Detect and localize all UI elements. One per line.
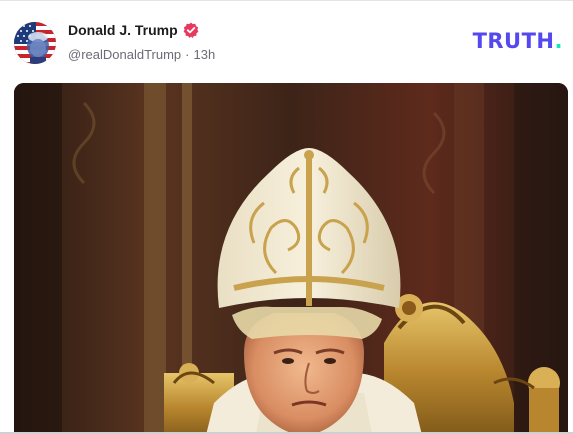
truth-social-logo[interactable]: TRUTH. [473, 29, 563, 53]
truth-logo-text: TRUTH [472, 29, 555, 53]
verified-badge-icon [183, 22, 199, 38]
author-avatar[interactable] [14, 22, 56, 64]
post-timestamp[interactable]: 13h [194, 47, 216, 62]
avatar-flag-portrait-icon [14, 22, 56, 64]
author-handle[interactable]: @realDonaldTrump [68, 47, 181, 62]
post-media-image[interactable] [14, 83, 568, 434]
truth-post-card: Donald J. Trump @realDonaldTrump · 13h T… [0, 0, 573, 434]
post-header: Donald J. Trump @realDonaldTrump · 13h T… [0, 0, 573, 80]
truth-logo-dot: . [554, 29, 563, 53]
author-meta-row: @realDonaldTrump · 13h [68, 47, 215, 62]
meta-separator: · [185, 47, 190, 62]
author-display-name[interactable]: Donald J. Trump [68, 22, 178, 38]
pope-portrait-illustration [14, 83, 568, 434]
author-name-row: Donald J. Trump [68, 22, 199, 38]
